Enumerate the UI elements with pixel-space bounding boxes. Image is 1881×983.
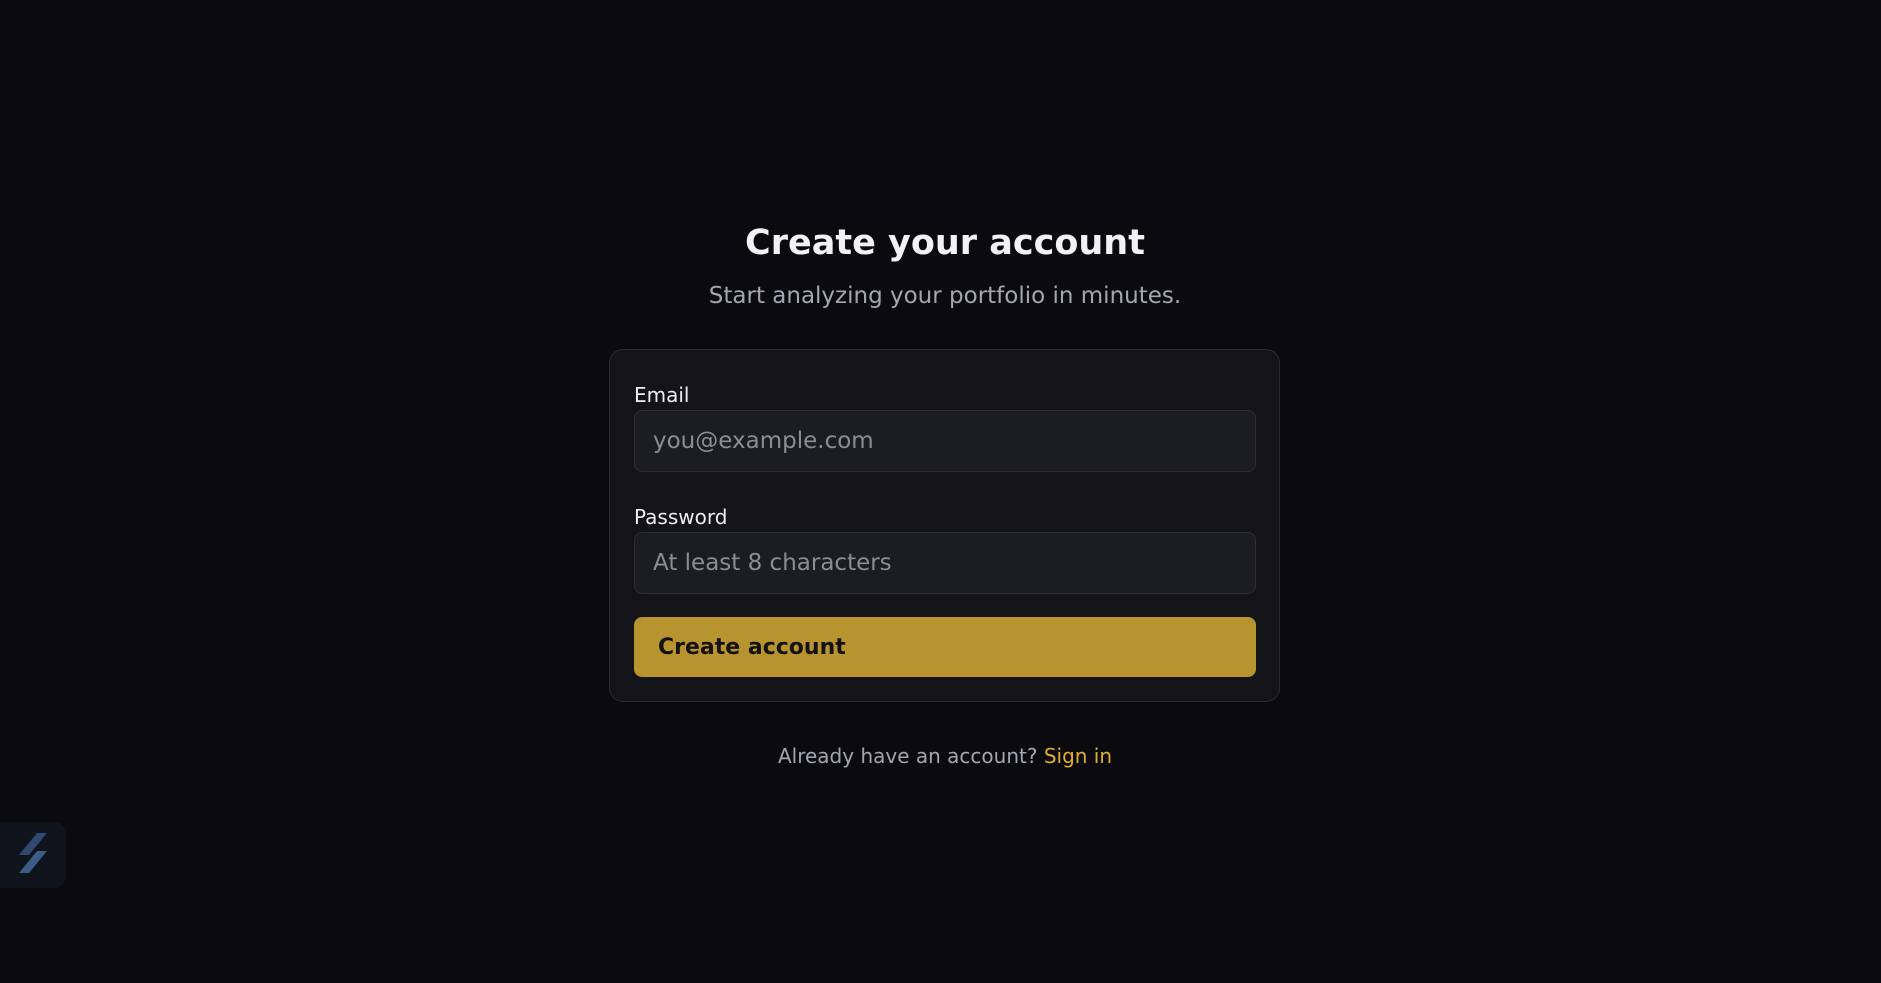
email-field[interactable] — [634, 410, 1256, 472]
email-label: Email — [634, 383, 690, 407]
password-label: Password — [634, 505, 728, 529]
floating-widget-button[interactable] — [0, 822, 66, 888]
sign-in-link[interactable]: Sign in — [1044, 744, 1112, 768]
page-title: Create your account — [745, 223, 1145, 263]
signin-prompt-text: Already have an account? — [777, 744, 1038, 768]
page-subtitle: Start analyzing your portfolio in minute… — [708, 283, 1182, 309]
signin-prompt: Already have an account? Sign in — [0, 743, 1881, 769]
signup-page: Create your account Start analyzing your… — [0, 0, 1881, 983]
lightning-bolt-icon — [15, 831, 51, 879]
password-field[interactable] — [634, 532, 1256, 594]
signup-form: Email Password Create account — [609, 349, 1280, 702]
create-account-button[interactable]: Create account — [634, 617, 1256, 677]
